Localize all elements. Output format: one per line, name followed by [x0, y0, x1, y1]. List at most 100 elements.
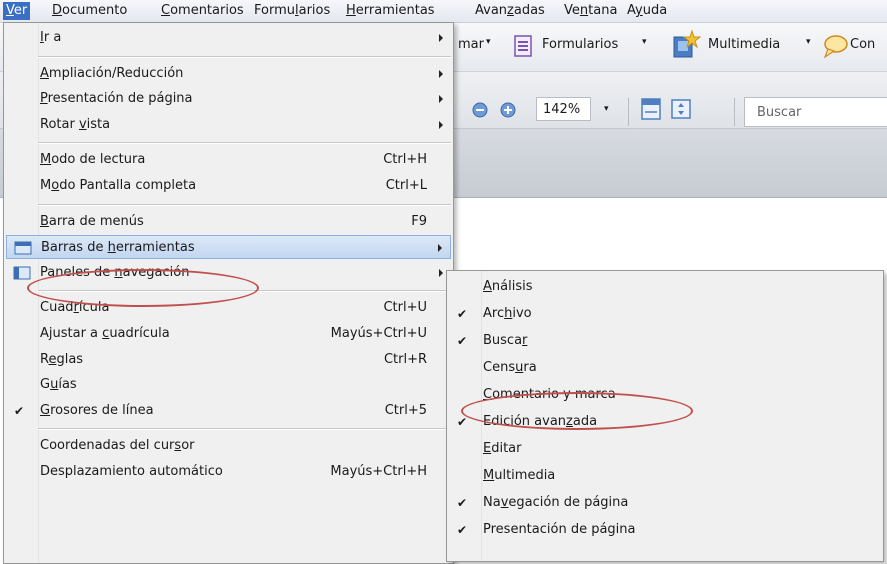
menu-item-reglas[interactable]: Reglas Ctrl+R	[6, 348, 451, 372]
comment-button-partial[interactable]: Con	[850, 37, 875, 52]
fit-width-icon[interactable]	[640, 98, 662, 120]
menu-item-edicion-avanzada[interactable]: Edición avanzada ✔	[449, 410, 881, 434]
checkmark-icon: ✔	[457, 334, 468, 348]
menu-item-cuadricula[interactable]: Cuadrícula Ctrl+U	[6, 296, 451, 320]
menu-item-guias[interactable]: Guías	[6, 373, 451, 397]
menu-bar: Ver Documento Comentarios Formularios Herram…	[0, 0, 887, 23]
menu-item-ajustar-a-cuadricula[interactable]: Ajustar a cuadrícula Mayús+Ctrl+U	[6, 322, 451, 346]
submenu-arrow-icon	[439, 69, 443, 78]
menu-item-label: Presentación de página	[483, 522, 636, 537]
menu-item-label: Presentación de página	[40, 91, 193, 107]
menu-ver[interactable]: Ver	[3, 2, 31, 20]
toolbars-submenu: Análisis Archivo ✔ Buscar ✔ Censura Comentario…	[446, 270, 884, 562]
chevron-down-icon: ▾	[486, 37, 491, 47]
zoom-in-icon[interactable]	[500, 102, 516, 118]
menu-item-coordenadas-del-cursor[interactable]: Coordenadas del cursor	[6, 434, 451, 458]
menu-formularios[interactable]: Formularios	[251, 2, 333, 20]
menu-comentarios[interactable]: Comentarios	[158, 2, 247, 20]
menu-item-ampliacion-reduccion[interactable]: Ampliación/Reducción	[6, 62, 451, 86]
menu-separator	[38, 142, 451, 145]
menu-shortcut: Mayús+Ctrl+U	[330, 326, 427, 341]
menu-item-editar[interactable]: Editar	[449, 437, 881, 461]
view-menu: Ir a Ampliación/Reducción Presentación de …	[3, 22, 454, 564]
navigation-panel-icon	[13, 266, 31, 280]
menu-item-label: Edición avanzada	[483, 414, 598, 429]
submenu-arrow-icon	[439, 120, 443, 129]
menu-item-label: Análisis	[483, 279, 533, 294]
comment-icon	[823, 35, 848, 59]
toolbar-icon	[14, 241, 32, 255]
search-input[interactable]: Buscar	[744, 97, 887, 127]
menu-item-multimedia[interactable]: Multimedia	[449, 464, 881, 488]
fit-page-icon[interactable]	[670, 98, 692, 120]
menu-item-barra-de-menus[interactable]: Barra de menús F9	[6, 210, 451, 234]
menu-ventana[interactable]: Ventana	[561, 2, 620, 20]
menu-item-modo-de-lectura[interactable]: Modo de lectura Ctrl+H	[6, 148, 451, 172]
menu-item-desplazamiento-automatico[interactable]: Desplazamiento automático Mayús+Ctrl+H	[6, 460, 451, 484]
menu-item-label: Desplazamiento automático	[40, 464, 223, 479]
menu-item-label: Ir a	[40, 30, 62, 45]
sign-button-partial[interactable]: mar	[458, 37, 484, 52]
menu-separator	[38, 203, 451, 206]
menu-item-navegacion-de-pagina[interactable]: Navegación de página ✔	[449, 491, 881, 515]
checkmark-icon: ✔	[14, 403, 25, 418]
menu-item-label: Comentario y marca	[483, 387, 616, 402]
menu-item-label: Buscar	[483, 333, 528, 348]
menu-item-label: Archivo	[483, 306, 532, 321]
zoom-level-field[interactable]: 142%	[536, 97, 591, 121]
menu-item-label: Ampliación/Reducción	[40, 65, 184, 81]
menu-item-paneles-de-navegacion[interactable]: Paneles de navegación	[6, 261, 451, 285]
multimedia-icon	[673, 29, 702, 58]
menu-item-label: Multimedia	[483, 468, 556, 483]
submenu-arrow-icon	[438, 244, 442, 253]
checkmark-icon: ✔	[457, 307, 468, 321]
menu-item-barras-de-herramientas[interactable]: Barras de herramientas	[6, 235, 451, 260]
menu-item-rotar-vista[interactable]: Rotar vista	[6, 113, 451, 137]
menu-item-label: Ajustar a cuadrícula	[40, 326, 170, 341]
forms-button[interactable]: Formularios	[542, 37, 618, 52]
menu-item-analisis[interactable]: Análisis	[449, 275, 881, 299]
menu-item-modo-pantalla-completa[interactable]: Modo Pantalla completa Ctrl+L	[6, 174, 451, 198]
menu-item-presentacion-de-pagina[interactable]: Presentación de página ✔	[449, 518, 881, 542]
multimedia-button[interactable]: Multimedia	[708, 37, 780, 52]
menu-ayuda[interactable]: Ayuda	[624, 2, 670, 20]
menu-item-grosores-de-linea[interactable]: Grosores de línea Ctrl+5 ✔	[6, 399, 451, 423]
menu-shortcut: Ctrl+L	[385, 178, 427, 193]
menu-shortcut: Ctrl+H	[383, 152, 427, 168]
menu-item-label: Editar	[483, 441, 522, 456]
menu-item-censura[interactable]: Censura	[449, 356, 881, 380]
menu-item-label: Navegación de página	[483, 495, 629, 510]
submenu-arrow-icon	[439, 34, 443, 42]
menu-shortcut: Ctrl+U	[383, 300, 427, 316]
menu-item-buscar[interactable]: Buscar ✔	[449, 329, 881, 353]
checkmark-icon: ✔	[457, 496, 468, 510]
menu-item-ir-a[interactable]: Ir a	[6, 26, 451, 50]
menu-documento[interactable]: Documento	[49, 2, 130, 20]
menu-item-label: Barras de herramientas	[41, 240, 195, 256]
zoom-out-icon[interactable]	[472, 102, 488, 118]
toolbar-separator	[628, 98, 629, 126]
menu-item-archivo[interactable]: Archivo ✔	[449, 302, 881, 326]
zoom-dropdown-icon[interactable]: ▾	[604, 104, 609, 114]
checkmark-icon: ✔	[457, 523, 468, 537]
menu-item-label: Modo de lectura	[40, 152, 146, 168]
menu-separator	[38, 290, 451, 293]
checkmark-icon: ✔	[457, 415, 468, 429]
chevron-down-icon: ▾	[642, 37, 647, 47]
chevron-down-icon: ▾	[806, 37, 811, 47]
menu-item-presentacion-de-pagina[interactable]: Presentación de página	[6, 87, 451, 111]
menu-item-label: Guías	[40, 377, 77, 393]
menu-separator	[38, 55, 451, 58]
menu-item-label: Paneles de navegación	[40, 264, 190, 280]
menu-separator	[38, 428, 451, 431]
menu-shortcut: Mayús+Ctrl+H	[330, 464, 427, 479]
submenu-arrow-icon	[439, 95, 443, 104]
menu-herramientas[interactable]: Herramientas	[343, 2, 438, 20]
menu-item-comentario-y-marca[interactable]: Comentario y marca	[449, 383, 881, 407]
menu-shortcut: F9	[411, 213, 427, 229]
forms-icon	[514, 35, 532, 57]
menu-avanzadas[interactable]: Avanzadas	[472, 2, 548, 20]
menu-item-label: Censura	[483, 360, 537, 375]
menu-shortcut: Ctrl+R	[383, 351, 427, 367]
menu-shortcut: Ctrl+5	[384, 402, 427, 418]
